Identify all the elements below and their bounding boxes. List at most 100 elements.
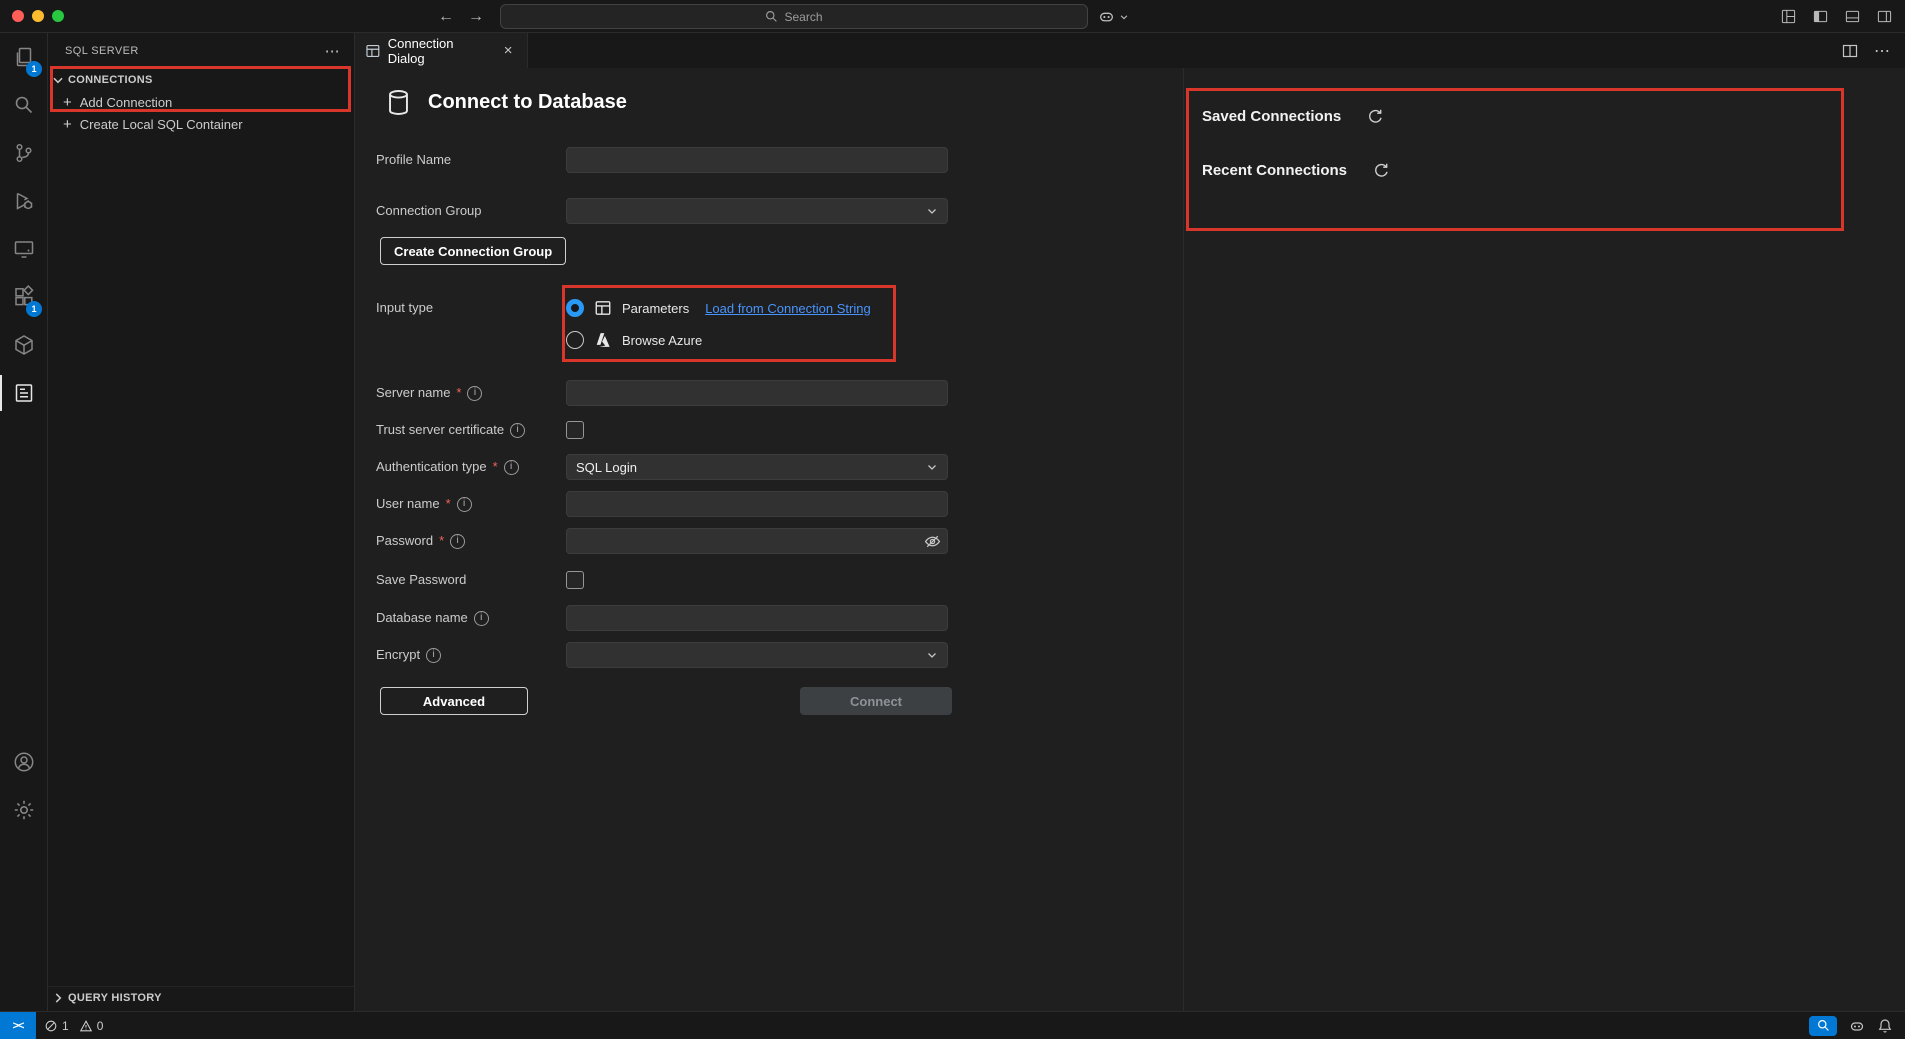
load-from-connection-string-link[interactable]: Load from Connection String xyxy=(705,301,870,316)
toggle-primary-sidebar-icon[interactable] xyxy=(1812,9,1829,24)
chevron-down-icon xyxy=(1119,12,1129,22)
server-name-input[interactable] xyxy=(566,380,948,406)
info-icon[interactable]: i xyxy=(450,534,465,549)
create-connection-group-button[interactable]: Create Connection Group xyxy=(380,237,566,265)
minimize-window-button[interactable] xyxy=(32,10,44,22)
info-icon[interactable]: i xyxy=(457,497,472,512)
parameters-radio[interactable] xyxy=(566,299,584,317)
explorer-activity-button[interactable]: 1 xyxy=(0,33,47,81)
encrypt-select[interactable] xyxy=(566,642,948,668)
history-navigation: ← → xyxy=(438,0,484,33)
remote-explorer-activity-button[interactable] xyxy=(0,225,47,273)
sql-server-icon xyxy=(12,381,36,405)
activity-bar: 1 1 xyxy=(0,33,48,1011)
dialog-buttons-row: Advanced Connect xyxy=(380,687,952,715)
browse-azure-radio[interactable] xyxy=(566,331,584,349)
info-icon[interactable]: i xyxy=(426,648,441,663)
tab-connection-dialog[interactable]: Connection Dialog × xyxy=(355,33,528,68)
vscode-window: ← → Search 1 xyxy=(0,0,1905,1039)
zoom-status-button[interactable] xyxy=(1809,1016,1837,1036)
user-name-input[interactable] xyxy=(566,491,948,517)
zoom-icon xyxy=(1817,1019,1830,1032)
copilot-status-button[interactable] xyxy=(1849,1018,1865,1034)
toggle-password-visibility-button[interactable] xyxy=(924,533,941,550)
authentication-type-row: Authentication type * i SQL Login xyxy=(376,454,1183,480)
browse-azure-option-row: Browse Azure xyxy=(566,327,871,353)
refresh-saved-connections-button[interactable] xyxy=(1367,108,1384,125)
refresh-recent-connections-button[interactable] xyxy=(1373,162,1390,179)
sidebar-item-create-local-sql-container[interactable]: + Create Local SQL Container xyxy=(48,113,354,135)
authentication-type-select[interactable]: SQL Login xyxy=(566,454,948,480)
tree-item-label: Create Local SQL Container xyxy=(80,117,243,132)
cube-icon xyxy=(12,333,36,357)
database-name-input[interactable] xyxy=(566,605,948,631)
save-password-checkbox[interactable] xyxy=(566,571,584,589)
parameters-icon xyxy=(594,299,612,317)
input-type-row: Input type Parameters Load from Connecti… xyxy=(376,295,1183,380)
search-activity-button[interactable] xyxy=(0,81,47,129)
profile-name-input[interactable] xyxy=(566,147,948,173)
containers-activity-button[interactable] xyxy=(0,321,47,369)
refresh-icon xyxy=(1367,108,1384,125)
refresh-icon xyxy=(1373,162,1390,179)
info-icon[interactable]: i xyxy=(467,386,482,401)
toggle-secondary-sidebar-icon[interactable] xyxy=(1876,9,1893,24)
maximize-window-button[interactable] xyxy=(52,10,64,22)
chevron-right-icon xyxy=(51,991,65,1005)
azure-icon xyxy=(594,331,612,349)
profile-name-label: Profile Name xyxy=(376,147,566,173)
encrypt-row: Encrypt i xyxy=(376,642,1183,668)
error-icon xyxy=(44,1019,58,1033)
title-bar: ← → Search xyxy=(0,0,1905,33)
add-icon: + xyxy=(63,95,72,110)
more-actions-icon[interactable]: ⋯ xyxy=(325,42,340,60)
sql-server-activity-button[interactable] xyxy=(0,369,47,417)
sidebar-item-add-connection[interactable]: + Add Connection xyxy=(48,91,354,113)
back-icon[interactable]: ← xyxy=(438,8,454,26)
copilot-menu[interactable] xyxy=(1098,0,1129,33)
authentication-type-value: SQL Login xyxy=(576,460,637,475)
connect-button[interactable]: Connect xyxy=(800,687,952,715)
more-actions-icon[interactable]: ⋯ xyxy=(1874,41,1890,61)
password-input[interactable] xyxy=(566,528,948,554)
password-label: Password xyxy=(376,528,433,554)
extensions-activity-button[interactable]: 1 xyxy=(0,273,47,321)
remote-indicator-button[interactable]: >< xyxy=(0,1012,36,1039)
layout-controls xyxy=(1780,0,1893,33)
toggle-panel-icon[interactable] xyxy=(1844,9,1861,24)
close-tab-icon[interactable]: × xyxy=(499,42,517,59)
add-icon: + xyxy=(63,117,72,132)
close-window-button[interactable] xyxy=(12,10,24,22)
encrypt-label: Encrypt xyxy=(376,642,420,668)
problems-status[interactable]: 1 0 xyxy=(36,1019,109,1033)
accounts-activity-button[interactable] xyxy=(0,738,47,786)
split-editor-icon[interactable] xyxy=(1842,43,1858,59)
trust-server-certificate-checkbox[interactable] xyxy=(566,421,584,439)
info-icon[interactable]: i xyxy=(504,460,519,475)
advanced-button[interactable]: Advanced xyxy=(380,687,528,715)
input-type-radio-group: Parameters Load from Connection String B… xyxy=(566,295,871,353)
customize-layout-icon[interactable] xyxy=(1780,9,1797,24)
error-count: 1 xyxy=(62,1019,69,1033)
editor-actions: ⋯ xyxy=(1842,33,1905,68)
connections-section-label: CONNECTIONS xyxy=(68,74,153,86)
source-control-icon xyxy=(12,141,36,165)
copilot-icon xyxy=(1098,8,1115,25)
source-control-activity-button[interactable] xyxy=(0,129,47,177)
run-debug-activity-button[interactable] xyxy=(0,177,47,225)
connection-group-select[interactable] xyxy=(566,198,948,224)
remote-explorer-icon xyxy=(12,237,36,261)
command-center-search[interactable]: Search xyxy=(500,4,1088,29)
tab-label: Connection Dialog xyxy=(388,36,493,66)
forward-icon[interactable]: → xyxy=(468,8,484,26)
server-name-row: Server name * i xyxy=(376,380,1183,406)
save-password-row: Save Password xyxy=(376,567,1183,593)
query-history-section-header[interactable]: QUERY HISTORY xyxy=(48,986,354,1008)
profile-name-row: Profile Name xyxy=(376,147,1183,173)
connections-section-header[interactable]: CONNECTIONS xyxy=(48,69,354,91)
chevron-down-icon xyxy=(926,205,938,217)
info-icon[interactable]: i xyxy=(510,423,525,438)
notifications-button[interactable] xyxy=(1877,1018,1893,1034)
info-icon[interactable]: i xyxy=(474,611,489,626)
settings-activity-button[interactable] xyxy=(0,786,47,834)
